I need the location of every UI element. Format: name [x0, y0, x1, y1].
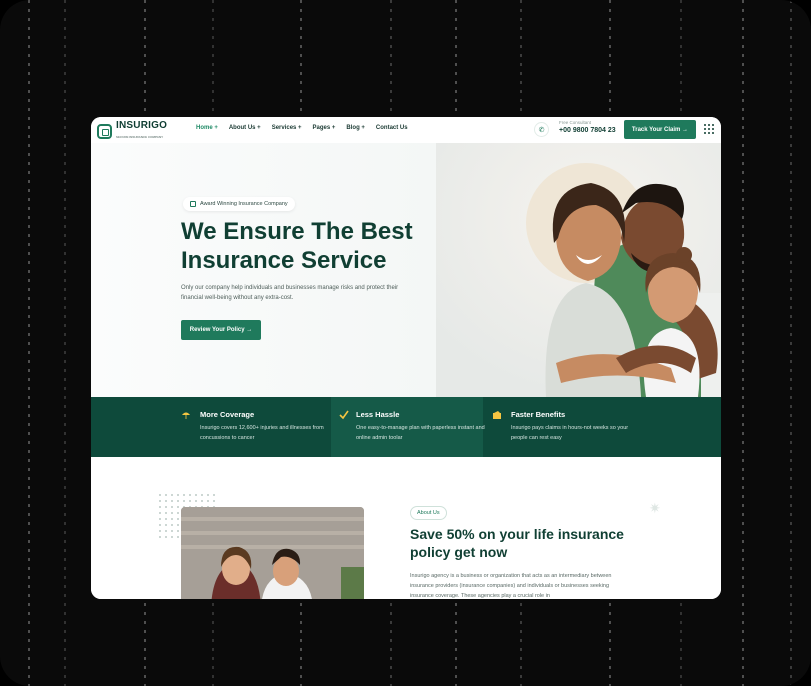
about-pill: About Us [410, 506, 447, 520]
about-section: About Us Save 50% on your life insurance… [91, 457, 721, 599]
hero-title-line2: Insurance Service [181, 247, 387, 274]
feature-text: Insurigo pays claims in hours-not weeks … [511, 425, 629, 441]
main-menu: Home + About Us + Services + Pages + Blo… [196, 125, 408, 131]
review-policy-button[interactable]: Review Your Policy → [181, 320, 261, 340]
award-badge-text: Award Winning Insurance Company [200, 201, 288, 207]
menu-item-contact[interactable]: Contact Us [376, 125, 408, 131]
consult-label: Free Consultant [559, 120, 592, 125]
umbrella-icon [182, 412, 190, 419]
rain-streak [742, 0, 744, 686]
family-photo [436, 143, 721, 397]
sparkle-icon: ✷ [649, 500, 661, 516]
hero-description: Only our company help individuals and bu… [181, 285, 399, 301]
track-claim-button[interactable]: Track Your Claim → [624, 120, 696, 139]
feature-card: Faster Benefits Insurigo pays claims in … [483, 397, 721, 457]
feature-title: Less Hassle [356, 410, 400, 419]
grid-menu-icon[interactable] [704, 124, 715, 135]
consult-info: Free Consultant +00 9800 7804 23 [559, 120, 616, 134]
feature-card: Less Hassle One easy-to-manage plan with… [331, 397, 485, 457]
rain-streak [64, 0, 66, 686]
rain-streak [28, 0, 30, 686]
menu-item-home[interactable]: Home + [196, 125, 218, 131]
menu-item-pages[interactable]: Pages + [313, 125, 336, 131]
feature-title: Faster Benefits [511, 410, 566, 419]
logo-icon [97, 124, 112, 139]
about-text: Insurigo agency is a business or organiz… [410, 573, 612, 599]
checkmark-icon [339, 410, 349, 420]
feature-text: Insurigo covers 12,600+ injuries and ill… [200, 425, 324, 441]
rain-streak [790, 0, 792, 686]
browser-window: INSURIGO SECURE INSURANCE COMPANY Home +… [91, 117, 721, 599]
wallet-icon [493, 411, 501, 419]
consult-phone[interactable]: +00 9800 7804 23 [559, 127, 616, 134]
features-band: More Coverage Insurigo covers 12,600+ in… [91, 397, 721, 457]
site-header: INSURIGO SECURE INSURANCE COMPANY Home +… [91, 117, 721, 143]
hero-section: Award Winning Insurance Company We Ensur… [91, 143, 721, 397]
brand-logo[interactable]: INSURIGO SECURE INSURANCE COMPANY [97, 121, 167, 142]
device-frame: INSURIGO SECURE INSURANCE COMPANY Home +… [0, 0, 811, 686]
feature-card: More Coverage Insurigo covers 12,600+ in… [91, 397, 331, 457]
award-icon [190, 201, 196, 207]
menu-item-about[interactable]: About Us + [229, 125, 261, 131]
menu-item-blog[interactable]: Blog + [346, 125, 365, 131]
hero-title-line1: We Ensure The Best [181, 218, 413, 245]
about-photo [181, 507, 364, 599]
menu-item-services[interactable]: Services + [272, 125, 302, 131]
brand-name: INSURIGO [116, 120, 168, 131]
feature-text: One easy-to-manage plan with paperless i… [356, 425, 485, 441]
feature-title: More Coverage [200, 410, 255, 419]
phone-icon[interactable]: ✆ [534, 122, 549, 137]
brand-tagline: SECURE INSURANCE COMPANY [116, 135, 164, 139]
award-badge: Award Winning Insurance Company [183, 197, 295, 211]
about-title: Save 50% on your life insurance policy g… [410, 526, 624, 560]
